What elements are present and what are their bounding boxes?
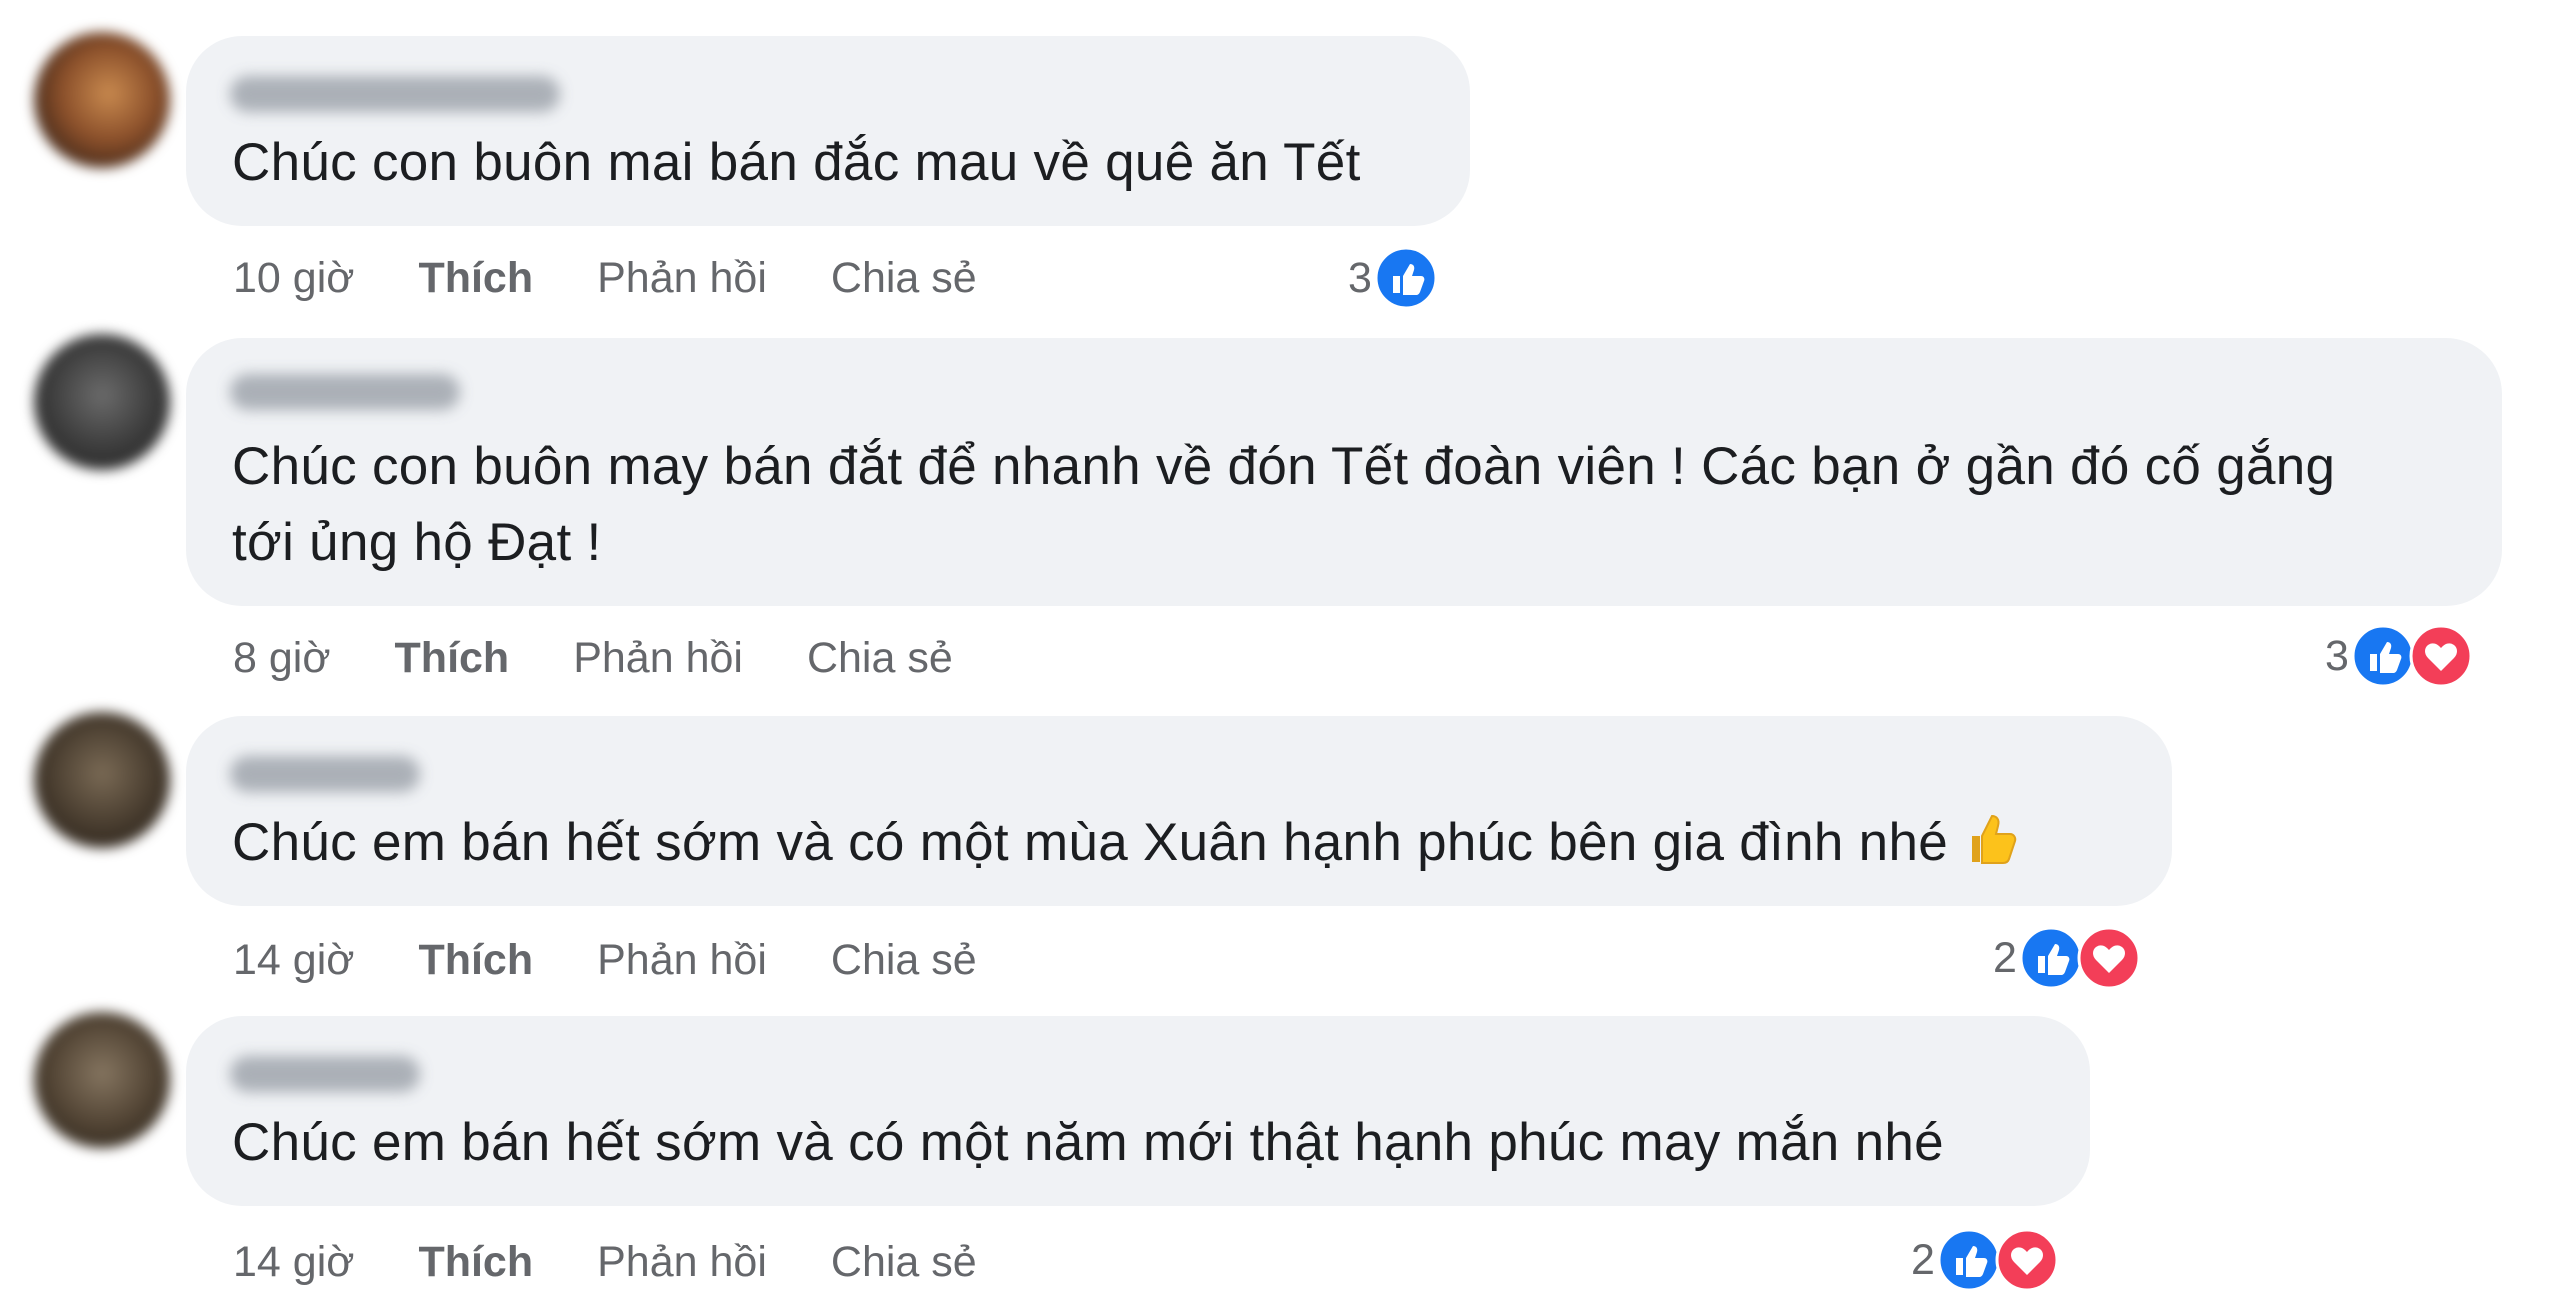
- avatar[interactable]: [34, 1012, 170, 1148]
- like-button[interactable]: Thích: [418, 1238, 533, 1287]
- comment-text: tới ủng hộ Đạt !: [232, 513, 602, 572]
- reaction-count: 2: [1993, 933, 2017, 982]
- like-button[interactable]: Thích: [395, 634, 510, 683]
- comment-bubble: Chúc con buôn mai bán đắc mau về quê ăn …: [186, 36, 1470, 226]
- like-icon: [1374, 246, 1438, 310]
- share-button[interactable]: Chia sẻ: [807, 634, 953, 683]
- comment-text: Chúc con buôn may bán đắt để nhanh về đó…: [232, 437, 2336, 496]
- author-name-blurred[interactable]: [230, 1056, 420, 1092]
- reaction-count: 3: [2325, 631, 2349, 680]
- reaction-summary[interactable]: 2: [1993, 924, 2141, 992]
- comment-text: Chúc em bán hết sớm và có một năm mới th…: [232, 1113, 1944, 1172]
- avatar[interactable]: [34, 712, 170, 848]
- comment-actions: 14 giờ Thích Phản hồi Chia sẻ: [233, 1232, 1041, 1292]
- like-icon: [1937, 1228, 2001, 1292]
- comment-bubble: Chúc con buôn may bán đắt để nhanh về đó…: [186, 338, 2502, 606]
- comment-text-body: Chúc em bán hết sớm và có một mùa Xuân h…: [232, 813, 1948, 872]
- previous-comment-actions-cutoff: [230, 0, 1530, 10]
- like-icon: [2351, 624, 2415, 688]
- avatar[interactable]: [34, 334, 170, 470]
- reply-button[interactable]: Phản hồi: [597, 936, 767, 985]
- reply-button[interactable]: Phản hồi: [573, 634, 743, 683]
- reaction-count: 3: [1348, 253, 1372, 302]
- comment-timestamp[interactable]: 10 giờ: [233, 254, 354, 303]
- author-name-blurred[interactable]: [230, 76, 560, 112]
- reaction-summary[interactable]: 3: [1348, 244, 1438, 312]
- comment-text: Chúc con buôn mai bán đắc mau về quê ăn …: [232, 133, 1361, 192]
- love-icon: [2409, 624, 2473, 688]
- share-button[interactable]: Chia sẻ: [831, 1238, 977, 1287]
- comment-actions: 10 giờ Thích Phản hồi Chia sẻ: [233, 248, 1041, 308]
- share-button[interactable]: Chia sẻ: [831, 254, 977, 303]
- love-icon: [1995, 1228, 2059, 1292]
- like-button[interactable]: Thích: [418, 254, 533, 303]
- comment-timestamp[interactable]: 8 giờ: [233, 634, 331, 683]
- reaction-summary[interactable]: 2: [1911, 1226, 2059, 1294]
- like-button[interactable]: Thích: [418, 936, 533, 985]
- reaction-count: 2: [1911, 1235, 1935, 1284]
- comment-bubble: Chúc em bán hết sớm và có một năm mới th…: [186, 1016, 2090, 1206]
- comment-actions: 8 giờ Thích Phản hồi Chia sẻ: [233, 628, 1017, 688]
- comment-bubble: Chúc em bán hết sớm và có một mùa Xuân h…: [186, 716, 2172, 906]
- comment-actions: 14 giờ Thích Phản hồi Chia sẻ: [233, 930, 1041, 990]
- love-icon: [2077, 926, 2141, 990]
- like-icon: [2019, 926, 2083, 990]
- reply-button[interactable]: Phản hồi: [597, 254, 767, 303]
- comment-timestamp[interactable]: 14 giờ: [233, 1238, 354, 1287]
- author-name-blurred[interactable]: [230, 756, 420, 792]
- reaction-summary[interactable]: 3: [2325, 622, 2473, 690]
- comment-thread: Chúc con buôn mai bán đắc mau về quê ăn …: [0, 0, 2560, 1303]
- comment-text: Chúc em bán hết sớm và có một mùa Xuân h…: [232, 804, 2018, 882]
- comment-timestamp[interactable]: 14 giờ: [233, 936, 354, 985]
- avatar[interactable]: [34, 32, 170, 168]
- author-name-blurred[interactable]: [230, 374, 460, 410]
- share-button[interactable]: Chia sẻ: [831, 936, 977, 985]
- thumbs-up-emoji-icon: [1972, 814, 2017, 864]
- reply-button[interactable]: Phản hồi: [597, 1238, 767, 1287]
